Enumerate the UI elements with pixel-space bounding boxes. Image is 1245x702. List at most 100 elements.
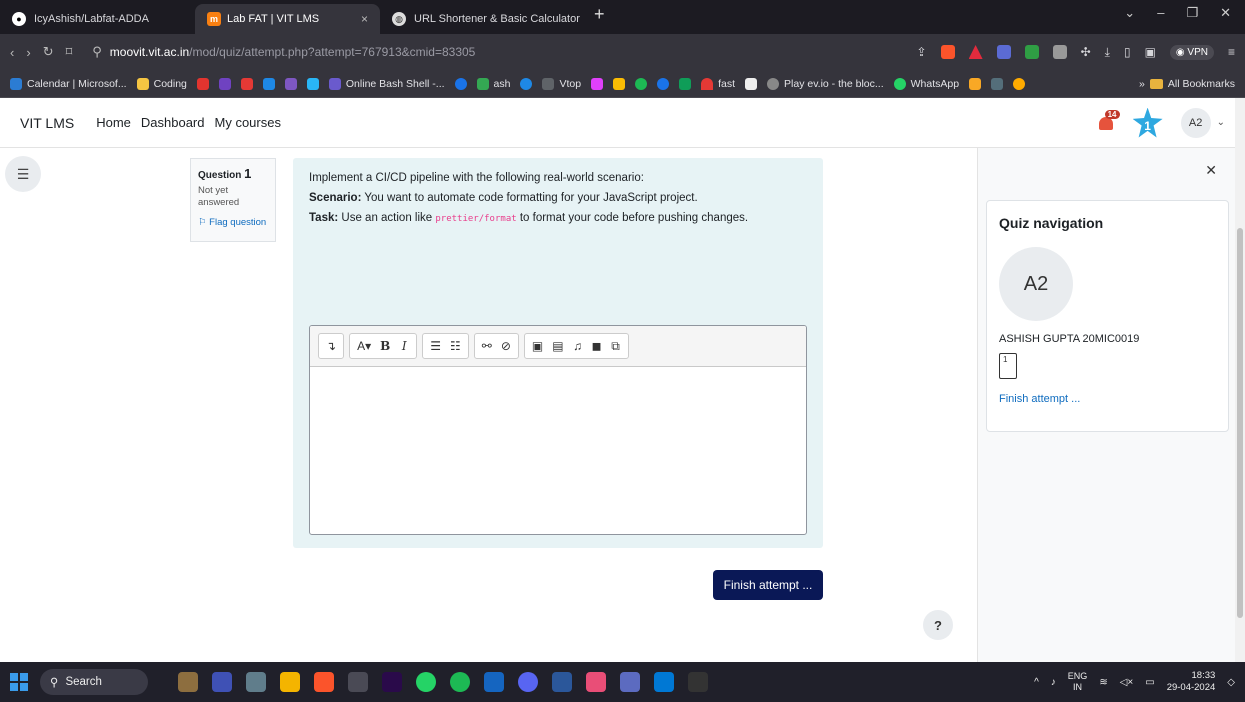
bookmark-item[interactable] — [284, 77, 297, 90]
notifications-icon[interactable]: ◇ — [1227, 677, 1235, 688]
back-icon[interactable]: ‹ — [10, 45, 14, 60]
clock[interactable]: 18:33 29-04-2024 — [1167, 670, 1216, 694]
task-view-icon[interactable] — [246, 672, 266, 692]
unordered-list-icon[interactable]: ☰ — [430, 339, 441, 353]
all-bookmarks[interactable]: » All Bookmarks — [1139, 78, 1235, 90]
help-button[interactable]: ? — [923, 610, 953, 640]
menu-icon[interactable]: ≡ — [1228, 45, 1235, 59]
forward-icon[interactable]: › — [26, 45, 30, 60]
restore-icon[interactable]: ❐ — [1186, 5, 1198, 21]
bold-icon[interactable]: B — [380, 339, 390, 353]
tab-github[interactable]: ● IcyAshish/Labfat-ADDA — [0, 4, 195, 34]
reload-icon[interactable]: ↻ — [43, 44, 54, 60]
page-scrollbar[interactable] — [1235, 98, 1245, 662]
bookmark-item[interactable] — [218, 77, 231, 90]
bookmark-item[interactable] — [657, 77, 670, 90]
site-brand[interactable]: VIT LMS — [20, 115, 74, 131]
terminal-icon[interactable] — [688, 672, 708, 692]
spotify-icon[interactable] — [450, 672, 470, 692]
brave-shield-icon[interactable] — [940, 45, 955, 59]
italic-icon[interactable]: I — [399, 339, 409, 353]
extension-icon[interactable] — [1024, 45, 1039, 59]
unlink-icon[interactable]: ⊘ — [501, 339, 511, 353]
bookmark-item[interactable] — [1013, 77, 1026, 90]
bookmark-item[interactable] — [262, 77, 275, 90]
link-icon[interactable]: ⚯ — [482, 339, 492, 353]
close-drawer-icon[interactable]: ✕ — [1205, 162, 1217, 179]
nav-home[interactable]: Home — [96, 115, 131, 130]
bookmark-item[interactable]: Calendar | Microsof... — [10, 77, 127, 90]
brave-icon[interactable] — [314, 672, 334, 692]
record-audio-icon[interactable]: ♫ — [573, 339, 583, 353]
vpn-button[interactable]: ◉ VPN — [1169, 44, 1214, 60]
bookmark-item[interactable]: ash — [476, 77, 510, 90]
bookmark-icon[interactable]: ⌑ — [66, 44, 73, 60]
windows-start-icon[interactable] — [10, 673, 28, 691]
answer-textarea[interactable] — [310, 367, 806, 534]
word-icon[interactable] — [552, 672, 572, 692]
url-field[interactable]: ⚲ moovit.vit.ac.in/mod/quiz/attempt.php?… — [84, 39, 904, 65]
bookmark-item[interactable] — [240, 77, 253, 90]
battery-icon[interactable]: ▭ — [1145, 677, 1154, 688]
bookmark-item[interactable] — [454, 77, 467, 90]
media-icon[interactable]: ▤ — [552, 339, 563, 353]
close-window-icon[interactable]: ✕ — [1220, 5, 1231, 21]
ordered-list-icon[interactable]: ☷ — [450, 339, 461, 353]
nav-dashboard[interactable]: Dashboard — [141, 115, 205, 130]
flag-question-link[interactable]: ⚐ Flag question — [198, 217, 268, 228]
bookmark-item[interactable] — [591, 77, 604, 90]
widgets-icon[interactable] — [178, 672, 198, 692]
finish-attempt-link[interactable]: Finish attempt ... — [999, 393, 1216, 405]
bookmark-item[interactable]: Online Bash Shell -... — [328, 77, 445, 90]
chevron-down-icon[interactable]: ⌄ — [1124, 5, 1135, 21]
tab-url-shortener[interactable]: ◍ URL Shortener & Basic Calculator — [380, 4, 580, 34]
course-index-toggle-icon[interactable]: ☰ — [5, 156, 41, 192]
tab-lab-fat[interactable]: m Lab FAT | VIT LMS × — [195, 4, 380, 34]
vscode-icon[interactable] — [654, 672, 674, 692]
bookmark-item[interactable] — [613, 77, 626, 90]
new-tab-button[interactable]: + — [580, 4, 619, 31]
scrollbar-thumb[interactable] — [1237, 228, 1243, 618]
wallet-icon[interactable]: ▣ — [1145, 45, 1156, 59]
bookmark-item[interactable] — [306, 77, 319, 90]
minimize-icon[interactable]: – — [1157, 5, 1164, 21]
bookmark-item[interactable]: fast — [701, 77, 735, 90]
extensions-puzzle-icon[interactable]: ✣ — [1081, 45, 1091, 59]
bookmark-item[interactable] — [745, 77, 758, 90]
bookmark-item[interactable] — [520, 77, 533, 90]
show-more-buttons-icon[interactable]: ↴ — [326, 339, 336, 353]
extension-icon[interactable] — [1052, 45, 1067, 59]
taskbar-search[interactable]: ⚲ Search — [40, 669, 148, 695]
sidebar-icon[interactable]: ▯ — [1124, 45, 1131, 59]
chevron-down-icon[interactable]: ⌄ — [1217, 117, 1225, 128]
figma-icon[interactable] — [586, 672, 606, 692]
premiere-icon[interactable] — [382, 672, 402, 692]
close-icon[interactable]: × — [361, 12, 368, 26]
file-explorer-icon[interactable] — [280, 672, 300, 692]
level-star-icon[interactable]: 1 — [1132, 107, 1163, 138]
calculator-icon[interactable] — [348, 672, 368, 692]
bookmark-item[interactable] — [679, 77, 692, 90]
language-indicator[interactable]: ENG IN — [1068, 671, 1088, 693]
extension-icon[interactable] — [996, 45, 1011, 59]
bookmark-item[interactable]: Coding — [136, 77, 187, 90]
mic-icon[interactable]: ♪ — [1051, 677, 1056, 688]
bookmark-item[interactable]: Vtop — [542, 77, 581, 90]
teams-icon[interactable] — [212, 672, 232, 692]
site-settings-icon[interactable]: ⚲ — [92, 44, 102, 60]
finish-attempt-button[interactable]: Finish attempt ... — [713, 570, 823, 600]
bookmark-item[interactable] — [969, 77, 982, 90]
user-avatar[interactable]: A2 — [1180, 107, 1211, 138]
app-l-icon[interactable] — [484, 672, 504, 692]
record-video-icon[interactable]: ◼ — [592, 339, 602, 353]
volume-icon[interactable]: ◁× — [1120, 677, 1134, 688]
bookmark-item[interactable] — [196, 77, 209, 90]
download-icon[interactable]: ⤓ — [1105, 45, 1110, 60]
nav-my-courses[interactable]: My courses — [215, 115, 281, 130]
bookmark-item[interactable]: WhatsApp — [893, 77, 959, 90]
bookmark-item[interactable] — [991, 77, 1004, 90]
notification-bell-icon[interactable]: 14 — [1097, 109, 1120, 132]
image-icon[interactable]: ▣ — [532, 339, 543, 353]
discord-icon[interactable] — [518, 672, 538, 692]
manage-files-icon[interactable]: ⧉ — [611, 339, 621, 354]
